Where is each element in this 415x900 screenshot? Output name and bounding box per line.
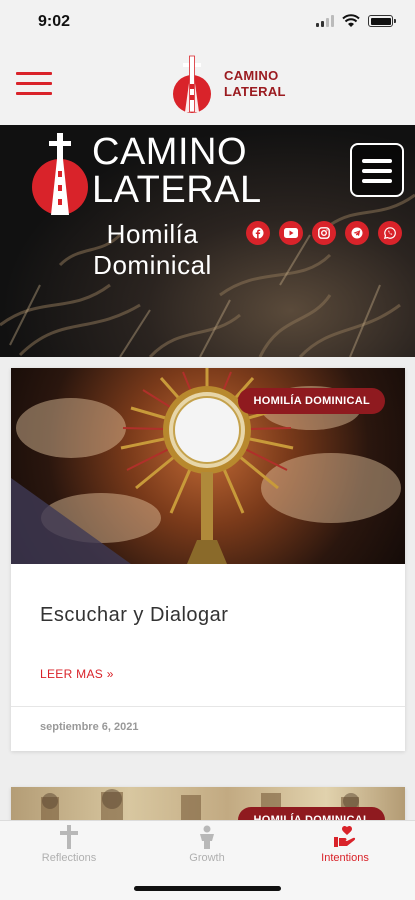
cross-icon xyxy=(60,825,78,849)
read-more-link[interactable]: LEER MAS » xyxy=(40,667,114,681)
category-badge[interactable]: HOMILÍA DOMINICAL xyxy=(238,388,385,414)
header-logo[interactable]: CAMINO LATERAL xyxy=(170,54,286,114)
header-logo-text: CAMINO LATERAL xyxy=(224,68,286,100)
home-indicator xyxy=(134,886,281,891)
status-bar: 9:02 xyxy=(0,0,415,44)
telegram-icon[interactable] xyxy=(345,221,369,245)
post-date: septiembre 6, 2021 xyxy=(40,721,139,733)
logo-icon xyxy=(173,55,211,113)
social-links xyxy=(246,221,402,245)
battery-icon xyxy=(368,15,396,27)
banner-logo-icon xyxy=(32,133,88,215)
banner-subtitle: Homilía Dominical xyxy=(80,219,225,281)
post-list: HOMILÍA DOMINICAL Escuchar y Dialogar LE… xyxy=(0,357,415,820)
tab-growth[interactable]: Growth xyxy=(138,825,276,873)
facebook-icon[interactable] xyxy=(246,221,270,245)
tab-intentions[interactable]: Intentions xyxy=(276,825,414,873)
status-icons xyxy=(316,14,396,28)
post-title[interactable]: Escuchar y Dialogar xyxy=(40,604,228,627)
menu-button[interactable] xyxy=(16,72,52,98)
banner-title: CAMINO LATERAL xyxy=(92,133,262,209)
logo-line-2: LATERAL xyxy=(224,84,286,99)
instagram-icon[interactable] xyxy=(312,221,336,245)
whatsapp-icon[interactable] xyxy=(378,221,402,245)
hero-banner: CAMINO LATERAL Homilía Dominical xyxy=(0,125,415,357)
card-divider xyxy=(11,706,405,707)
status-time: 9:02 xyxy=(38,13,71,30)
tab-label: Reflections xyxy=(41,852,97,864)
banner-title-line-1: CAMINO xyxy=(92,131,247,173)
monstrance-image[interactable]: HOMILÍA DOMINICAL xyxy=(11,368,405,564)
logo-line-1: CAMINO xyxy=(224,68,279,83)
tab-reflections[interactable]: Reflections xyxy=(0,825,138,873)
banner-menu-button[interactable] xyxy=(350,143,404,197)
tab-label: Intentions xyxy=(321,852,369,864)
banner-subtitle-line-2: Dominical xyxy=(93,250,212,280)
category-badge[interactable]: HOMILÍA DOMINICAL xyxy=(238,807,385,820)
heart-hand-icon xyxy=(334,825,356,847)
post-card[interactable]: HOMILÍA DOMINICAL Escuchar y Dialogar LE… xyxy=(11,368,405,751)
youtube-icon[interactable] xyxy=(279,221,303,245)
banner-subtitle-line-1: Homilía xyxy=(106,219,199,249)
tab-label: Growth xyxy=(189,852,225,864)
church-interior-image[interactable]: HOMILÍA DOMINICAL xyxy=(11,787,405,820)
person-growth-icon xyxy=(200,825,214,849)
banner-title-line-2: LATERAL xyxy=(92,169,262,211)
post-card[interactable]: HOMILÍA DOMINICAL xyxy=(11,787,405,820)
wifi-icon xyxy=(342,14,360,27)
app-header: CAMINO LATERAL xyxy=(0,44,415,125)
signal-icon xyxy=(316,15,334,27)
